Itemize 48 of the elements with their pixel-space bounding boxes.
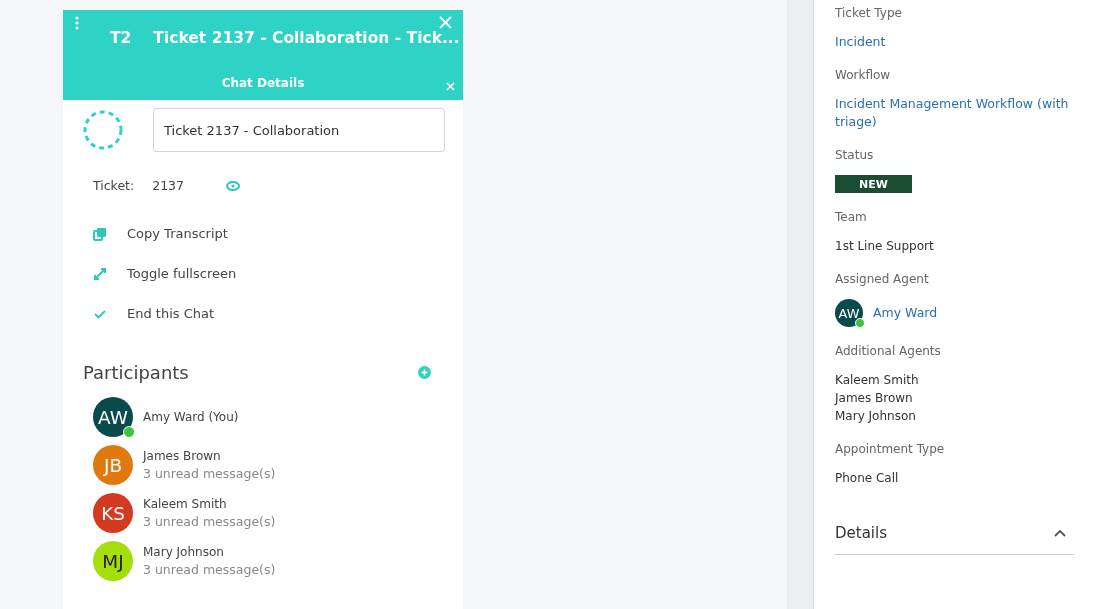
agent-name: Kaleem Smith: [835, 372, 920, 389]
participant-avatar: AW: [93, 397, 133, 437]
chat-details-heading: Chat Details: [221, 76, 305, 90]
action-button[interactable]: Toggle fullscreen: [83, 265, 445, 282]
chat-tag: T2: [110, 29, 132, 47]
participants-heading: Participants: [83, 362, 189, 383]
field-link[interactable]: Incident Management Workflow (with triage): [835, 95, 1074, 131]
participant-name: Kaleem Smith: [143, 497, 228, 511]
participant-name: Amy Ward (You): [143, 410, 239, 424]
field-label: Workflow: [835, 68, 892, 82]
unread-count: 3 unread message(s): [143, 514, 276, 529]
close-icon[interactable]: [439, 16, 452, 29]
agent-link[interactable]: Amy Ward: [873, 304, 938, 322]
participant-avatar: MJ: [93, 541, 133, 581]
participant-name: James Brown: [143, 449, 222, 463]
field-value: 1st Line Support: [835, 238, 935, 255]
field-link[interactable]: Incident: [835, 33, 1074, 51]
agent-avatar: AW: [835, 299, 863, 327]
field-label: Assigned Agent: [835, 272, 930, 286]
participant-name: Mary Johnson: [143, 545, 225, 559]
participant-avatar: JB: [93, 445, 133, 485]
field-label: Ticket Type: [835, 6, 903, 20]
field-value: Phone Call: [835, 470, 900, 487]
add-icon[interactable]: [418, 366, 431, 379]
chevron-icon: [1054, 529, 1066, 537]
field-label: Status: [835, 148, 875, 162]
action-button[interactable]: Copy Transcript: [83, 225, 445, 242]
agent-name: Mary Johnson: [835, 408, 917, 425]
agent-name: James Brown: [835, 390, 914, 407]
close-icon[interactable]: [446, 82, 455, 91]
unread-count: 3 unread message(s): [143, 562, 276, 577]
field-label: Appointment Type: [835, 442, 946, 456]
field-label: Additional Agents: [835, 344, 942, 358]
participant-avatar: KS: [93, 493, 133, 533]
avatar-placeholder-icon[interactable]: [83, 110, 123, 150]
chat-name-field[interactable]: Ticket 2137 - Collaboration: [153, 108, 445, 152]
action-button[interactable]: End this Chat: [83, 305, 445, 322]
eye-icon[interactable]: [226, 180, 240, 191]
details-section-header[interactable]: Details: [835, 524, 1074, 555]
chat-title: Ticket 2137 - Collaboration - Tick...: [153, 29, 460, 47]
ticket-label: Ticket:: [93, 178, 135, 193]
copy-icon: [93, 226, 107, 241]
field-label: Team: [835, 210, 868, 224]
ticket-number: 2137: [152, 178, 184, 193]
unread-count: 3 unread message(s): [143, 466, 276, 481]
more-icon[interactable]: [75, 16, 79, 30]
expand-icon: [93, 266, 107, 281]
status-badge: NEW: [835, 175, 912, 193]
